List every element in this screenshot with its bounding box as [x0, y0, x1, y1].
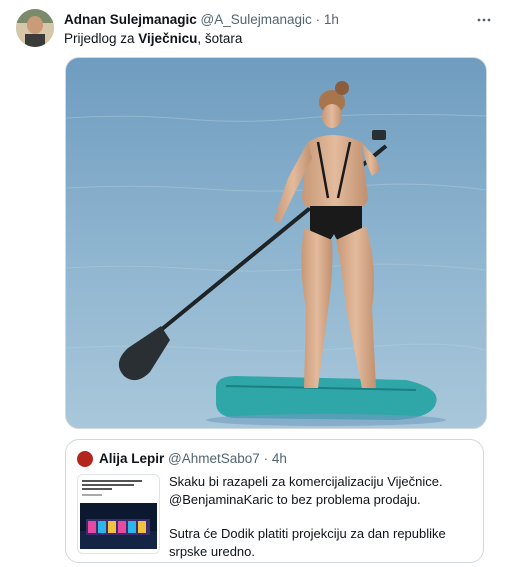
tweet[interactable]: Adnan Sulejmanagic @A_Sulejmanagic · 1h …	[0, 0, 510, 567]
author-handle[interactable]: @A_Sulejmanagic	[201, 12, 312, 27]
quoted-text-line: Skaku bi razapeli za komercijalizaciju V…	[169, 474, 443, 489]
more-horizontal-icon[interactable]	[476, 12, 492, 28]
tweet-photo[interactable]	[65, 57, 487, 429]
quoted-tweet-time[interactable]: 4h	[272, 451, 287, 466]
separator-dot: ·	[263, 451, 269, 466]
tweet-text: Prijedlog za Viječnicu, šotara	[64, 30, 242, 48]
author-avatar[interactable]	[16, 9, 54, 47]
tweet-text-prefix: Prijedlog za	[64, 31, 139, 46]
separator-dot: ·	[315, 12, 321, 27]
author-name[interactable]: Adnan Sulejmanagic	[64, 12, 197, 27]
quoted-tweet[interactable]: Alija Lepir @AhmetSabo7 · 4h Skaku bi ra…	[65, 439, 484, 563]
quoted-text-line: Sutra će Dodik platiti projekciju za dan…	[169, 526, 446, 541]
quoted-author-avatar[interactable]	[77, 451, 93, 467]
quoted-text-line[interactable]: @BenjaminaKaric to bez problema prodaju.	[169, 491, 469, 509]
quoted-tweet-thumbnail[interactable]	[77, 474, 160, 554]
tweet-text-suffix: , šotara	[197, 31, 243, 46]
tweet-text-bold: Viječnicu	[138, 31, 198, 46]
quoted-text-line: srpske uredno.	[169, 543, 255, 559]
tweet-header: Adnan Sulejmanagic @A_Sulejmanagic · 1h	[64, 11, 490, 29]
quoted-tweet-text: Skaku bi razapeli za komercijalizaciju V…	[169, 473, 469, 560]
tweet-time[interactable]: 1h	[324, 12, 339, 27]
quoted-tweet-header: Alija Lepir @AhmetSabo7 · 4h	[99, 450, 287, 468]
quoted-author-handle[interactable]: @AhmetSabo7	[168, 451, 260, 466]
quoted-author-name[interactable]: Alija Lepir	[99, 451, 164, 466]
